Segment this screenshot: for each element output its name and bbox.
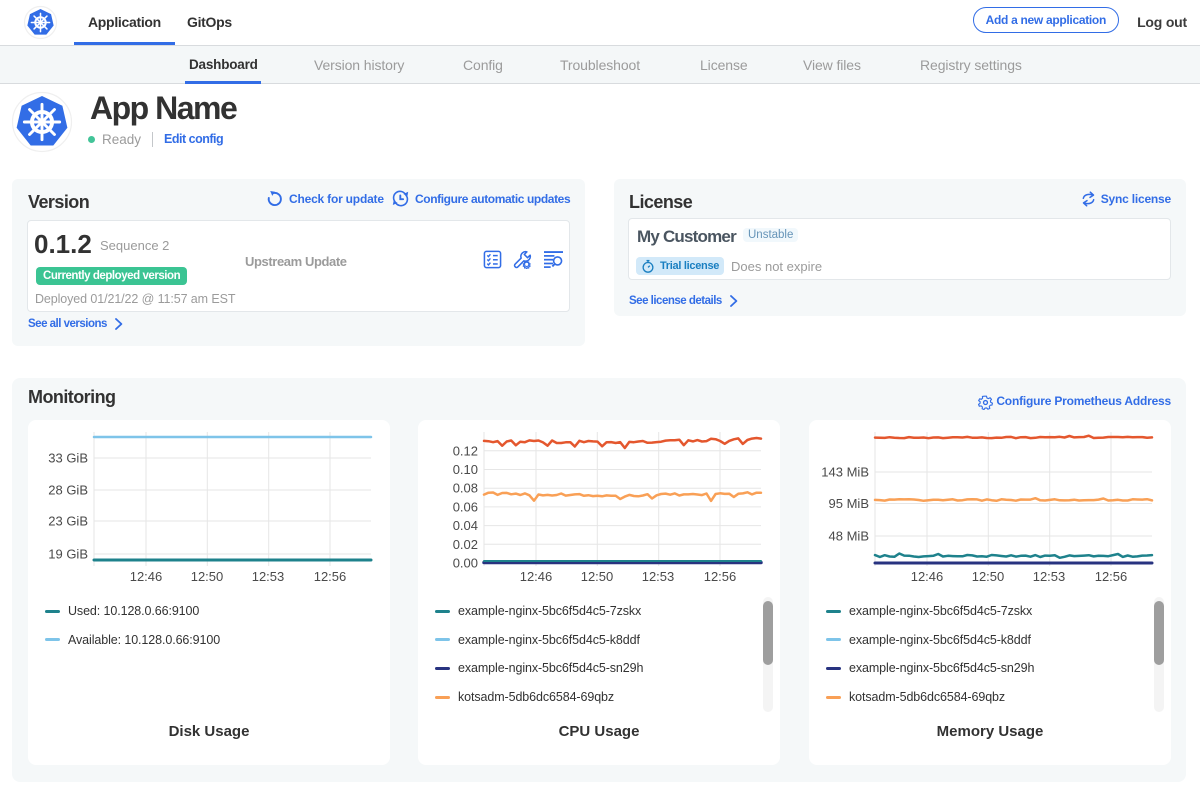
svg-text:0.04: 0.04 <box>453 518 478 533</box>
svg-text:12:56: 12:56 <box>1095 569 1128 584</box>
svg-text:12:56: 12:56 <box>704 569 737 584</box>
svg-text:28 GiB: 28 GiB <box>48 483 88 498</box>
svg-text:12:56: 12:56 <box>314 569 347 584</box>
svg-text:0.06: 0.06 <box>453 499 478 514</box>
svg-text:33 GiB: 33 GiB <box>48 451 88 466</box>
svg-text:12:50: 12:50 <box>972 569 1005 584</box>
svg-text:12:46: 12:46 <box>130 569 163 584</box>
svg-text:19 GiB: 19 GiB <box>48 547 88 562</box>
svg-text:0.10: 0.10 <box>453 462 478 477</box>
svg-text:0.12: 0.12 <box>453 443 478 458</box>
svg-text:143 MiB: 143 MiB <box>821 465 869 480</box>
svg-text:95 MiB: 95 MiB <box>829 496 869 511</box>
svg-text:12:53: 12:53 <box>252 569 285 584</box>
svg-text:23 GiB: 23 GiB <box>48 514 88 529</box>
svg-text:12:46: 12:46 <box>520 569 553 584</box>
svg-text:0.02: 0.02 <box>453 537 478 552</box>
svg-text:12:50: 12:50 <box>581 569 614 584</box>
svg-text:12:53: 12:53 <box>1033 569 1066 584</box>
svg-text:12:50: 12:50 <box>191 569 224 584</box>
svg-text:48 MiB: 48 MiB <box>829 529 869 544</box>
svg-text:12:46: 12:46 <box>911 569 944 584</box>
svg-text:0.08: 0.08 <box>453 481 478 496</box>
svg-text:0.00: 0.00 <box>453 556 478 571</box>
svg-text:12:53: 12:53 <box>642 569 675 584</box>
